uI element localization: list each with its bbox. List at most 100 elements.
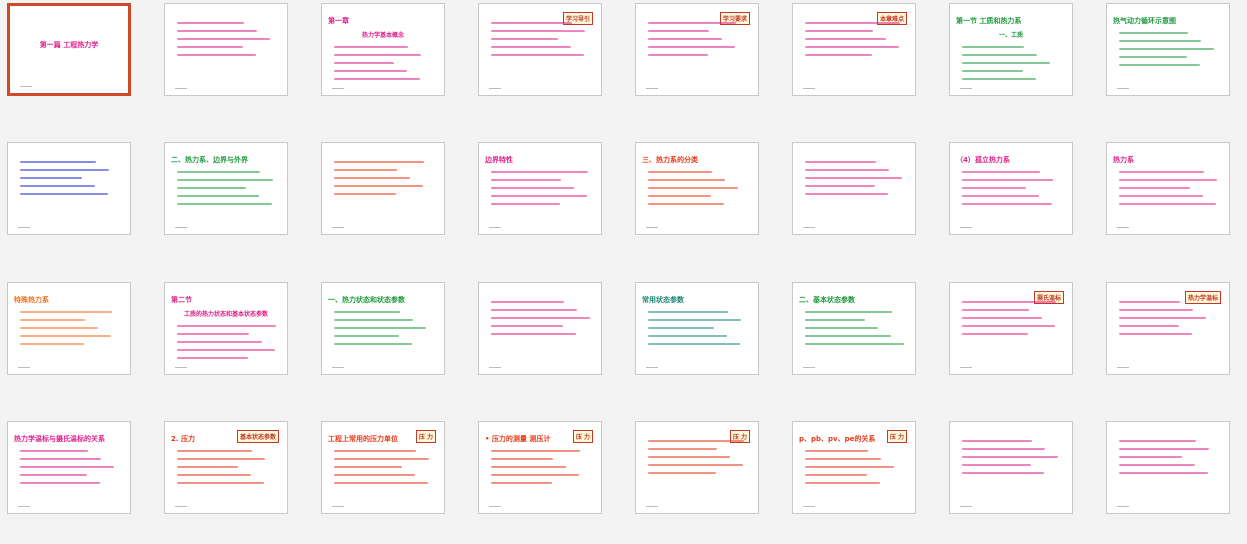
- text-line: [177, 46, 243, 48]
- text-line: [962, 46, 1024, 48]
- slide-thumbnail[interactable]: 热气动力循环示意图: [1106, 3, 1230, 96]
- slide-number-footer: [646, 504, 658, 508]
- slide-number-footer: [1117, 86, 1129, 90]
- text-line: [334, 319, 413, 321]
- slide-tag: 基本状态参数: [236, 430, 279, 443]
- slide-thumbnail[interactable]: [949, 421, 1073, 514]
- text-line: [20, 169, 109, 171]
- slide-number-footer: [646, 225, 658, 229]
- text-line: [648, 171, 712, 173]
- slide-title: 边界特性: [485, 156, 513, 164]
- slide-thumbnail[interactable]: 第一节 工质和热力系 一、工质: [949, 3, 1073, 96]
- slide-thumbnail[interactable]: 一、热力状态和状态参数: [321, 282, 445, 375]
- slide-thumbnail[interactable]: [321, 142, 445, 235]
- slide-thumbnail[interactable]: 热力学温标: [1106, 282, 1230, 375]
- text-line: [962, 317, 1042, 319]
- slide-number-footer: [803, 225, 815, 229]
- text-line: [177, 179, 273, 181]
- slide-number-footer: [1117, 504, 1129, 508]
- slide-thumbnail[interactable]: 二、基本状态参数: [792, 282, 916, 375]
- slide-thumbnail[interactable]: 第二节 工质的热力状态和基本状态参数: [164, 282, 288, 375]
- text-line: [648, 343, 740, 345]
- slide-thumbnail[interactable]: [792, 142, 916, 235]
- slide-thumbnail[interactable]: [164, 3, 288, 96]
- slide-thumbnail[interactable]: [7, 142, 131, 235]
- text-line: [20, 458, 101, 460]
- text-line: [491, 54, 584, 56]
- text-line: [334, 458, 429, 460]
- text-line: [648, 464, 743, 466]
- slide-thumbnail[interactable]: 三、热力系的分类: [635, 142, 759, 235]
- slide-thumbnail[interactable]: 热力系: [1106, 142, 1230, 235]
- text-line: [177, 203, 272, 205]
- text-line: [962, 456, 1058, 458]
- text-line: [334, 482, 428, 484]
- text-line: [1119, 448, 1209, 450]
- slide-thumbnail[interactable]: p、pb、pv、pe的关系压 力: [792, 421, 916, 514]
- text-line: [962, 171, 1040, 173]
- slide-tag: 压 力: [572, 430, 593, 443]
- slide-thumbnail[interactable]: 特殊热力系: [7, 282, 131, 375]
- text-line: [962, 333, 1028, 335]
- slide-subtitle: 一、工质: [998, 32, 1023, 39]
- text-line: [334, 311, 400, 313]
- slide-number-footer: [175, 365, 187, 369]
- text-line: [962, 78, 1036, 80]
- text-line: [962, 301, 1056, 303]
- slide-thumbnail[interactable]: 边界特性: [478, 142, 602, 235]
- text-line: [334, 193, 396, 195]
- text-line: [1119, 171, 1204, 173]
- text-line: [648, 319, 741, 321]
- slide-thumbnail[interactable]: （4）孤立热力系: [949, 142, 1073, 235]
- slide-thumbnail[interactable]: 第一篇 工程热力学: [7, 3, 131, 96]
- slide-subtitle: 工质的热力状态和基本状态参数: [183, 311, 268, 318]
- text-line: [491, 309, 577, 311]
- slide-thumbnail[interactable]: 2. 压力 基本状态参数: [164, 421, 288, 514]
- text-line: [805, 466, 894, 468]
- text-line: [805, 161, 876, 163]
- slide-thumbnail[interactable]: 工程上常用的压力单位压 力: [321, 421, 445, 514]
- text-line: [1119, 195, 1203, 197]
- text-line: [491, 171, 588, 173]
- slide-thumbnail[interactable]: 压 力: [635, 421, 759, 514]
- text-line: [1119, 301, 1180, 303]
- slide-thumbnail[interactable]: 学习要求: [635, 3, 759, 96]
- slide-number-footer: [332, 504, 344, 508]
- text-line: [177, 474, 251, 476]
- slide-number-footer: [1117, 365, 1129, 369]
- text-line: [805, 343, 904, 345]
- slide-title: 一、热力状态和状态参数: [328, 296, 405, 304]
- text-line: [648, 54, 708, 56]
- text-line: [20, 474, 87, 476]
- text-line: [962, 325, 1055, 327]
- slide-title: （4）孤立热力系: [956, 156, 1010, 164]
- text-line: [177, 482, 264, 484]
- slide-thumbnail[interactable]: 摄氏温标: [949, 282, 1073, 375]
- text-line: [491, 30, 585, 32]
- slide-number-footer: [803, 86, 815, 90]
- slide-thumbnail[interactable]: [478, 282, 602, 375]
- text-line: [177, 333, 249, 335]
- slide-thumbnail[interactable]: 热力学温标与摄氏温标的关系: [7, 421, 131, 514]
- slide-tag: 压 力: [886, 430, 907, 443]
- text-line: [648, 327, 714, 329]
- slide-thumbnail[interactable]: 常用状态参数: [635, 282, 759, 375]
- slide-thumbnail[interactable]: 第一章 热力学基本概念: [321, 3, 445, 96]
- slide-number-footer: [489, 86, 501, 90]
- slide-title: 三、热力系的分类: [642, 156, 698, 164]
- slide-thumbnail[interactable]: • 压力的测量 测压计压 力: [478, 421, 602, 514]
- text-line: [1119, 440, 1196, 442]
- slide-thumbnail[interactable]: 学习导引: [478, 3, 602, 96]
- text-line: [1119, 40, 1201, 42]
- slide-thumbnail[interactable]: [1106, 421, 1230, 514]
- text-line: [805, 319, 865, 321]
- text-line: [1119, 179, 1217, 181]
- slide-thumbnail[interactable]: 二、热力系、边界与外界: [164, 142, 288, 235]
- slide-number-footer: [18, 504, 30, 508]
- text-line: [805, 54, 872, 56]
- text-line: [962, 195, 1039, 197]
- text-line: [20, 450, 88, 452]
- text-line: [962, 440, 1032, 442]
- text-line: [491, 195, 587, 197]
- slide-thumbnail[interactable]: 本章难点: [792, 3, 916, 96]
